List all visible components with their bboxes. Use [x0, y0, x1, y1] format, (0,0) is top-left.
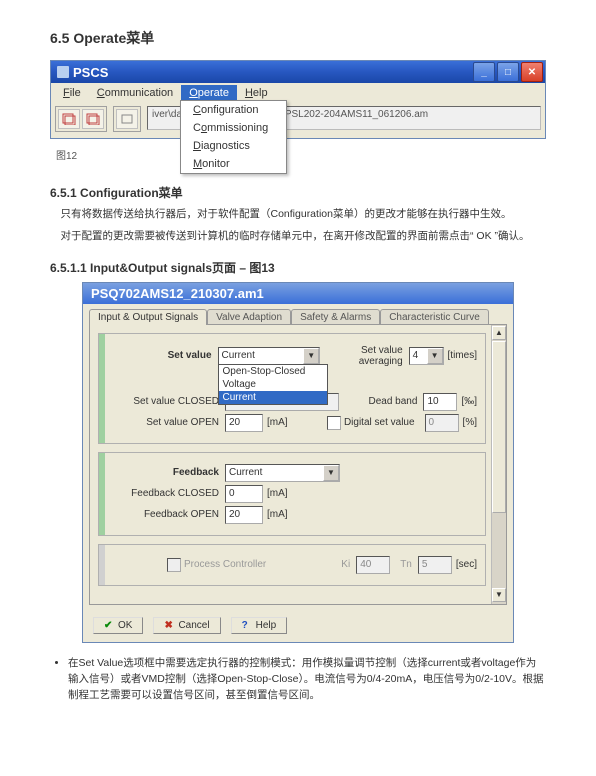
- cancel-button[interactable]: ✖Cancel: [153, 617, 220, 634]
- digital-setvalue-field: 0: [425, 414, 459, 432]
- avg-select[interactable]: 4 ▼: [409, 347, 444, 365]
- chevron-down-icon: ▼: [303, 348, 319, 364]
- dd-monitor[interactable]: Monitor: [181, 155, 286, 173]
- setvalue-group: Set value Current ▼ Open-Stop-Closed Vol…: [98, 333, 486, 444]
- digital-setvalue-unit: [%]: [459, 417, 477, 428]
- question-icon: ?: [242, 620, 252, 630]
- deadband-unit: [‰]: [457, 396, 477, 407]
- feedback-select[interactable]: Current ▼: [225, 464, 340, 482]
- toolbar-group-1: [55, 106, 107, 132]
- scroll-thumb[interactable]: [492, 341, 506, 513]
- feedback-label: Feedback: [107, 467, 225, 478]
- tn-label: Tn: [400, 559, 418, 570]
- process-controller-label: Process Controller: [184, 559, 266, 570]
- ok-button[interactable]: ✔OK: [93, 617, 143, 634]
- setvalue-label: Set value: [107, 350, 218, 361]
- toolbar-btn-2[interactable]: [82, 109, 104, 129]
- feedback-closed-field[interactable]: 0: [225, 485, 263, 503]
- avg-unit: [times]: [444, 350, 477, 361]
- dialog-tabs: Input & Output Signals Valve Adaption Sa…: [83, 304, 513, 324]
- feedback-closed-unit: [mA]: [263, 488, 288, 499]
- x-icon: ✖: [164, 620, 174, 630]
- deadband-label: Dead band: [369, 396, 424, 407]
- opt-open-stop-closed[interactable]: Open-Stop-Closed: [219, 365, 327, 378]
- toolbar: iver\datensatz\AMS\Standard\PSL202-204AM…: [51, 103, 545, 138]
- feedback-select-value: Current: [229, 467, 262, 478]
- feedback-open-unit: [mA]: [263, 509, 288, 520]
- dialog-buttons: ✔OK ✖Cancel ?Help: [83, 611, 513, 642]
- digital-setvalue-label: Digital set value: [344, 417, 421, 428]
- para-651-b: 对于配置的更改需要被传送到计算机的临时存储单元中，在离开修改配置的界面前需点击“…: [50, 229, 546, 245]
- menu-help[interactable]: Help: [237, 85, 276, 101]
- avg-value: 4: [413, 350, 419, 361]
- toolbar-btn-1[interactable]: [58, 109, 80, 129]
- chevron-down-icon: ▼: [427, 348, 443, 364]
- menu-operate[interactable]: Operate: [181, 85, 237, 101]
- menu-file[interactable]: File: [55, 85, 89, 101]
- toolbar-group-2: [113, 106, 141, 132]
- tab-char-curve[interactable]: Characteristic Curve: [380, 309, 489, 325]
- minimize-button[interactable]: _: [473, 62, 495, 82]
- tn-field: 5: [418, 556, 452, 574]
- menubar: File Communication Operate Help: [51, 83, 545, 103]
- process-controller-checkbox: [167, 558, 181, 572]
- feedback-open-label: Feedback OPEN: [107, 509, 225, 520]
- feedback-group: Feedback Current ▼ Feedback CLOSED 0 [mA…: [98, 452, 486, 536]
- setvalue-open-unit: [mA]: [263, 417, 288, 428]
- close-button[interactable]: ✕: [521, 62, 543, 82]
- ki-field: 40: [356, 556, 390, 574]
- opt-voltage[interactable]: Voltage: [219, 378, 327, 391]
- maximize-button[interactable]: □: [497, 62, 519, 82]
- setvalue-open-field[interactable]: 20: [225, 414, 263, 432]
- config-dialog: PSQ702AMS12_210307.am1 Input & Output Si…: [82, 282, 514, 643]
- help-button[interactable]: ?Help: [231, 617, 288, 634]
- scroll-down-icon[interactable]: ▼: [492, 588, 506, 602]
- operate-dropdown: Configuration Commissioning Diagnostics …: [180, 100, 287, 174]
- setvalue-select-value: Current: [222, 350, 255, 361]
- window-title: PSCS: [73, 65, 473, 80]
- vertical-scrollbar[interactable]: ▲ ▼: [491, 325, 506, 604]
- scroll-up-icon[interactable]: ▲: [492, 326, 506, 340]
- dd-diagnostics[interactable]: Diagnostics: [181, 137, 286, 155]
- pscs-window: PSCS _ □ ✕ File Communication Operate He…: [50, 60, 546, 139]
- heading-6-5-1: 6.5.1 Configuration菜单: [50, 184, 546, 201]
- setvalue-select[interactable]: Current ▼: [218, 347, 321, 365]
- tab-io-signals[interactable]: Input & Output Signals: [89, 309, 207, 325]
- app-icon: [57, 66, 69, 78]
- bullet-1: 在Set Value选项框中需要选定执行器的控制模式：用作模拟量调节控制（选择c…: [68, 655, 546, 704]
- dd-configuration[interactable]: Configuration: [181, 101, 286, 119]
- tab-valve-adaption[interactable]: Valve Adaption: [207, 309, 291, 325]
- feedback-closed-label: Feedback CLOSED: [107, 488, 225, 499]
- setvalue-options: Open-Stop-Closed Voltage Current: [218, 364, 328, 405]
- chevron-down-icon: ▼: [323, 465, 339, 481]
- ki-label: Ki: [341, 559, 356, 570]
- setvalue-closed-label: Set value CLOSED: [107, 396, 225, 407]
- para-651-a: 只有将数据传送给执行器后，对于软件配置（Configuration菜单）的更改才…: [50, 207, 546, 223]
- figure-12-label: 图12: [50, 143, 546, 170]
- tn-unit: [sec]: [452, 559, 477, 570]
- tab-safety-alarms[interactable]: Safety & Alarms: [291, 309, 380, 325]
- deadband-field[interactable]: 10: [423, 393, 457, 411]
- heading-6-5: 6.5 Operate菜单: [50, 28, 546, 48]
- dialog-title: PSQ702AMS12_210307.am1: [83, 283, 513, 304]
- avg-label: Set value averaging: [320, 345, 409, 367]
- dd-commissioning[interactable]: Commissioning: [181, 119, 286, 137]
- toolbar-btn-3[interactable]: [116, 109, 138, 129]
- titlebar: PSCS _ □ ✕: [51, 61, 545, 83]
- process-controller-group: Process Controller Ki 40 Tn 5 [sec]: [98, 544, 486, 586]
- setvalue-open-label: Set value OPEN: [107, 417, 225, 428]
- digital-setvalue-checkbox[interactable]: [327, 416, 341, 430]
- opt-current[interactable]: Current: [219, 391, 327, 404]
- heading-6-5-1-1: 6.5.1.1 Input&Output signals页面 – 图13: [50, 259, 546, 276]
- check-icon: ✔: [104, 620, 114, 630]
- feedback-open-field[interactable]: 20: [225, 506, 263, 524]
- bullet-list: 在Set Value选项框中需要选定执行器的控制模式：用作模拟量调节控制（选择c…: [50, 655, 546, 704]
- menu-communication[interactable]: Communication: [89, 85, 181, 101]
